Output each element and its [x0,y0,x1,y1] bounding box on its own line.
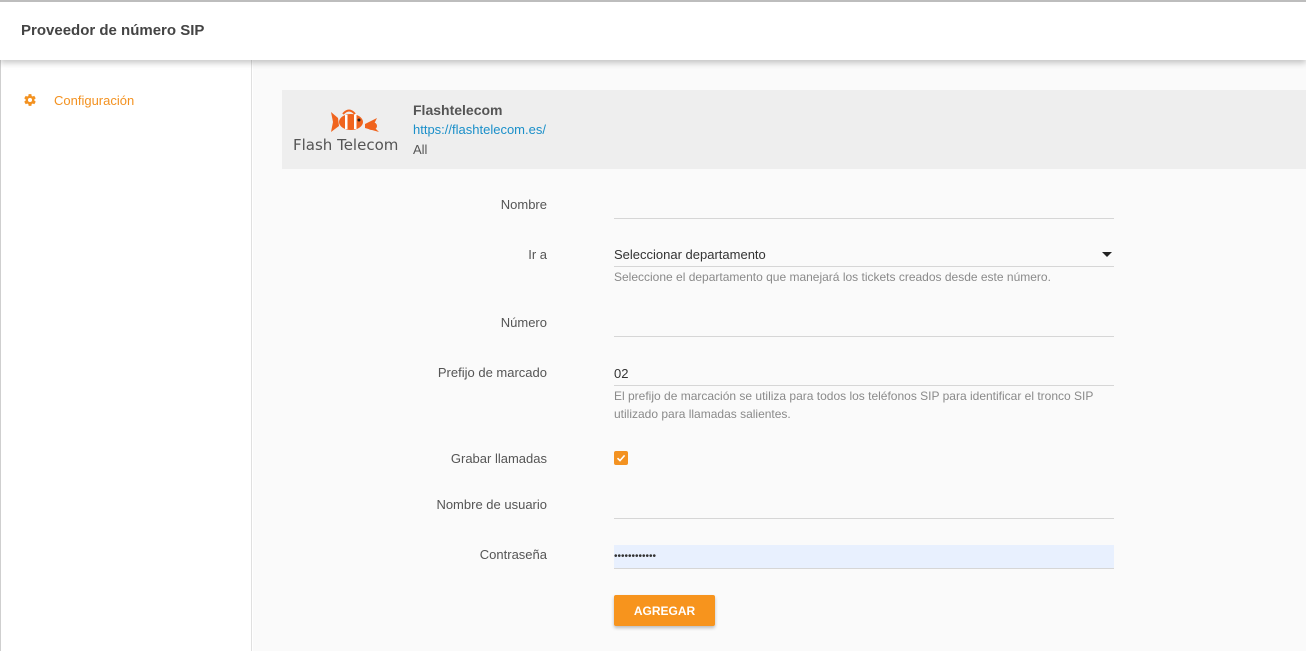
page-header: Proveedor de número SIP [0,0,1306,60]
help-prefijo: El prefijo de marcación se utiliza para … [614,389,1094,421]
label-prefijo: Prefijo de marcado [437,365,547,380]
provider-url-link[interactable]: https://flashtelecom.es/ [413,122,546,137]
grabar-checkbox[interactable] [614,451,628,465]
help-ir-a: Seleccione el departamento que manejará … [614,270,1051,284]
page-title: Proveedor de número SIP [21,22,205,39]
check-icon [616,454,626,462]
provider-card: Flash Telecom Flashtelecom https://flash… [282,90,1306,169]
clownfish-icon [331,109,379,132]
logo-text: Flash Telecom [293,136,398,154]
label-contrasena: Contraseña [479,547,547,562]
label-grabar: Grabar llamadas [450,451,547,466]
sidebar-item-configuracion[interactable]: Configuración [23,90,134,110]
nombre-input[interactable] [614,195,1114,219]
provider-name: Flashtelecom [413,102,503,118]
department-select[interactable]: Seleccionar departamento [614,243,1114,267]
usuario-input[interactable] [614,495,1114,519]
sidebar-item-label: Configuración [54,92,135,108]
contrasena-input[interactable]: •••••••••••• [614,545,1114,569]
provider-scope: All [413,142,428,157]
label-numero: Número [500,315,547,330]
agregar-button[interactable]: AGREGAR [614,595,715,626]
department-select-value: Seleccionar departamento [614,247,766,262]
label-usuario: Nombre de usuario [436,497,547,512]
numero-input[interactable] [614,313,1114,337]
label-nombre: Nombre [500,197,547,212]
prefijo-input[interactable] [614,362,1114,386]
sidebar: Configuración [0,60,252,651]
chevron-down-icon [1102,252,1112,257]
main-content: Flash Telecom Flashtelecom https://flash… [253,60,1306,651]
label-ir-a: Ir a [528,247,547,262]
provider-logo: Flash Telecom [293,109,398,154]
gear-icon [24,94,36,106]
